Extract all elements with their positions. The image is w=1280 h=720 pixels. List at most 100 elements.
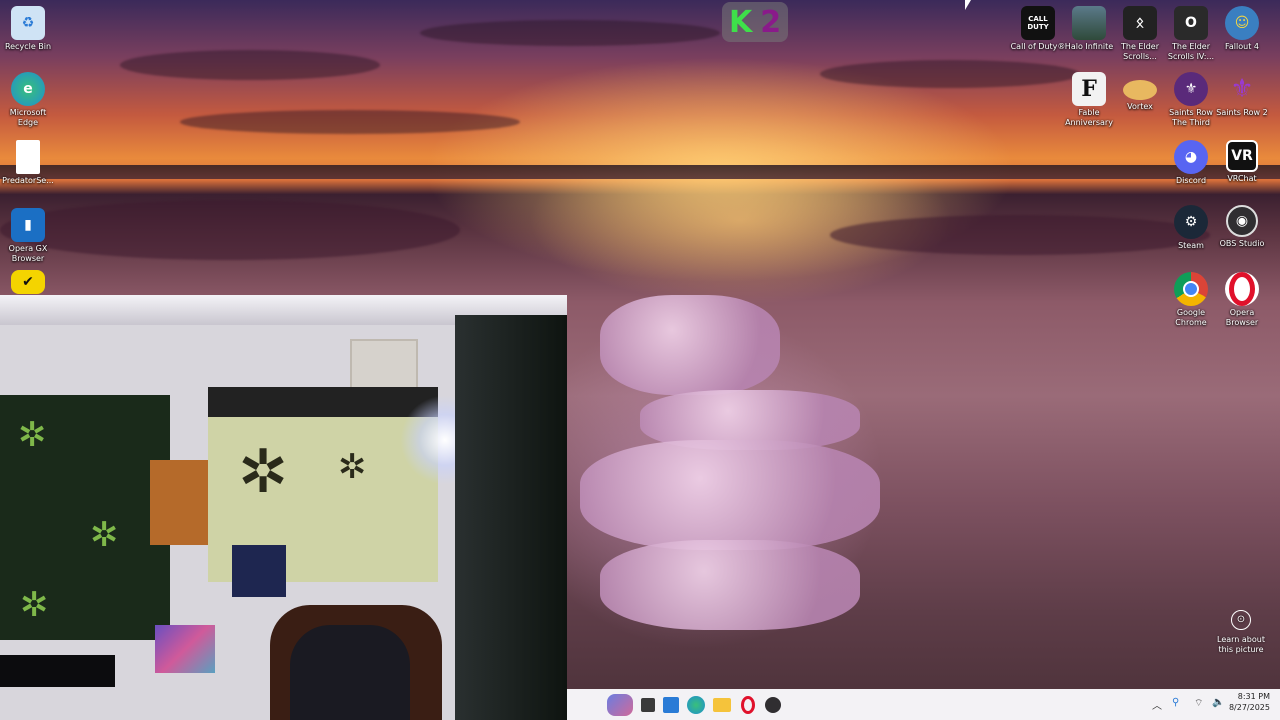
saints-row-2-icon: ⚜: [1230, 74, 1254, 104]
vortex-icon: [1123, 80, 1157, 100]
wall-frame: [350, 339, 418, 393]
desktop-icon-opera[interactable]: Opera Browser: [1214, 272, 1270, 328]
vrchat-icon: VR: [1226, 140, 1258, 172]
desktop-icon-label: Vortex: [1127, 102, 1153, 111]
tapestry-left: ✲ ✲ ✲: [0, 395, 170, 640]
mouse-cursor: [965, 0, 971, 10]
k2-letter: K: [728, 4, 753, 40]
wallpaper-salt: [600, 540, 860, 630]
dresser: [0, 655, 115, 687]
desktop-icon-edge[interactable]: e Microsoft Edge: [0, 72, 56, 128]
chrome-icon: [1174, 272, 1208, 306]
obs-icon[interactable]: [765, 696, 781, 713]
learn-about-picture-label: Learn about this picture: [1217, 635, 1265, 654]
desktop-icon-saints-row-3[interactable]: ⚜ Saints Row The Third: [1163, 72, 1219, 128]
skyrim-icon: ᛟ: [1123, 6, 1157, 40]
saints-row-3-icon: ⚜: [1174, 72, 1208, 106]
desktop-icon-label: Microsoft Edge: [9, 108, 47, 127]
cod-icon: CALL DUTY: [1021, 6, 1055, 40]
desktop-icon-discord[interactable]: ◕ Discord: [1163, 140, 1219, 186]
desktop-icon-call-of-duty[interactable]: CALL DUTY Call of Duty®: [1010, 6, 1066, 52]
wall-artwork: [155, 625, 215, 673]
desktop-icon-predator[interactable]: PredatorSe...: [0, 140, 56, 186]
leaf-icon: ✲: [18, 415, 47, 455]
wallpaper-cloud: [120, 50, 380, 80]
task-view-icon[interactable]: [641, 697, 655, 712]
leaf-icon: ✲: [20, 585, 49, 625]
desktop-icon-obs[interactable]: ◉ OBS Studio: [1214, 205, 1270, 249]
desktop-icon-label: VRChat: [1227, 174, 1257, 183]
desktop-icon-label: Discord: [1175, 176, 1207, 185]
desktop-icon-label: Fable Anniversary: [1065, 108, 1113, 127]
desktop-icon-vrchat[interactable]: VR VRChat: [1214, 140, 1270, 184]
halo-icon: [1072, 6, 1106, 40]
desktop-icon-opera-gx[interactable]: ▮ Opera GX Browser: [0, 208, 56, 264]
opera-icon[interactable]: [739, 695, 757, 714]
learn-about-picture-button[interactable]: ⊙ Learn about this picture: [1214, 610, 1268, 655]
desktop-icon-label: Opera GX Browser: [8, 244, 48, 263]
k2-number: 2: [760, 4, 782, 40]
fable-icon: F: [1072, 72, 1106, 106]
volume-icon[interactable]: 🔈: [1212, 697, 1224, 708]
desktop-icon-label: Fallout 4: [1225, 42, 1259, 51]
chair: [290, 625, 410, 720]
desktop-icon-label: Saints Row 2: [1216, 108, 1268, 117]
desktop-icon-halo[interactable]: Halo Infinite: [1061, 6, 1117, 52]
desktop-icon-oblivion[interactable]: O The Elder Scrolls IV:...: [1163, 6, 1219, 62]
k2-overlay: K 2: [722, 2, 788, 42]
desktop-icon-label: Call of Duty®: [1010, 42, 1066, 51]
clock[interactable]: 8:31 PM 8/27/2025: [1229, 691, 1270, 713]
edge-icon[interactable]: [687, 695, 705, 714]
desktop-icon-label: Google Chrome: [1175, 308, 1207, 327]
desktop-icon-fallout[interactable]: ☺ Fallout 4: [1214, 6, 1270, 52]
copilot-icon[interactable]: [607, 693, 633, 716]
desktop-icon-chrome[interactable]: Google Chrome: [1163, 272, 1219, 328]
desktop-icon-label: The Elder Scrolls IV:...: [1167, 42, 1215, 61]
leaf-icon: ✲: [338, 447, 367, 487]
desktop-icon-label: The Elder Scrolls...: [1121, 42, 1159, 61]
opera-icon: [1225, 272, 1259, 306]
desktop-icon-steam[interactable]: ⚙ Steam: [1163, 205, 1219, 251]
desktop-icon-label: Saints Row The Third: [1169, 108, 1213, 127]
fallout-icon: ☺: [1225, 6, 1259, 40]
wallpaper-rocks: [830, 215, 1210, 255]
discord-icon: ◕: [1174, 140, 1208, 174]
desktop-icon-label: Recycle Bin: [4, 42, 52, 51]
camera-icon: ⊙: [1231, 610, 1251, 630]
check-icon: ✔: [11, 270, 45, 294]
wallpaper-horizon: [0, 165, 1280, 179]
opera-gx-icon: ▮: [11, 208, 45, 242]
desktop-icon-saints-row-2[interactable]: ⚜ Saints Row 2: [1214, 72, 1270, 118]
desktop-icon-skyrim[interactable]: ᛟ The Elder Scrolls...: [1112, 6, 1168, 62]
clock-time: 8:31 PM: [1237, 692, 1270, 701]
store-icon[interactable]: [663, 696, 679, 713]
desktop-icon-vortex[interactable]: Vortex: [1112, 72, 1168, 112]
wallpaper-salt: [600, 295, 780, 395]
oblivion-icon: O: [1174, 6, 1208, 40]
desktop-icon-label: Opera Browser: [1225, 308, 1259, 327]
edge-icon: e: [11, 72, 45, 106]
document-icon: [16, 140, 40, 174]
desktop-icon-label: Steam: [1178, 241, 1204, 250]
wallpaper-cloud: [420, 20, 720, 46]
file-explorer-icon[interactable]: [713, 697, 731, 712]
desktop-icon-fable[interactable]: F Fable Anniversary: [1061, 72, 1117, 128]
desktop-icon-label: OBS Studio: [1219, 239, 1265, 248]
recycle-bin-icon: ♻: [11, 6, 45, 40]
obs-icon: ◉: [1226, 205, 1258, 237]
wallpaper-salt: [580, 440, 880, 550]
wallpaper-rocks: [0, 200, 460, 260]
desktop-icon-recycle-bin[interactable]: ♻ Recycle Bin: [0, 6, 56, 52]
wallpaper-cloud: [180, 110, 520, 134]
mic-icon[interactable]: ⚲: [1172, 697, 1179, 708]
desktop-icon-label: Halo Infinite: [1064, 42, 1114, 51]
desktop-icon-label: PredatorSe...: [2, 176, 54, 185]
clock-date: 8/27/2025: [1228, 703, 1270, 712]
leaf-icon: ✲: [238, 437, 289, 507]
webcam-overlay: ✲ ✲ ✲ ✲ ✲: [0, 295, 567, 720]
desktop-icon-norton[interactable]: ✔: [0, 270, 56, 294]
wall-shirt: [232, 545, 286, 597]
wallpaper-cloud: [820, 60, 1080, 88]
chevron-up-icon[interactable]: ︿: [1152, 697, 1162, 712]
wifi-icon[interactable]: ⌔: [1194, 697, 1203, 710]
